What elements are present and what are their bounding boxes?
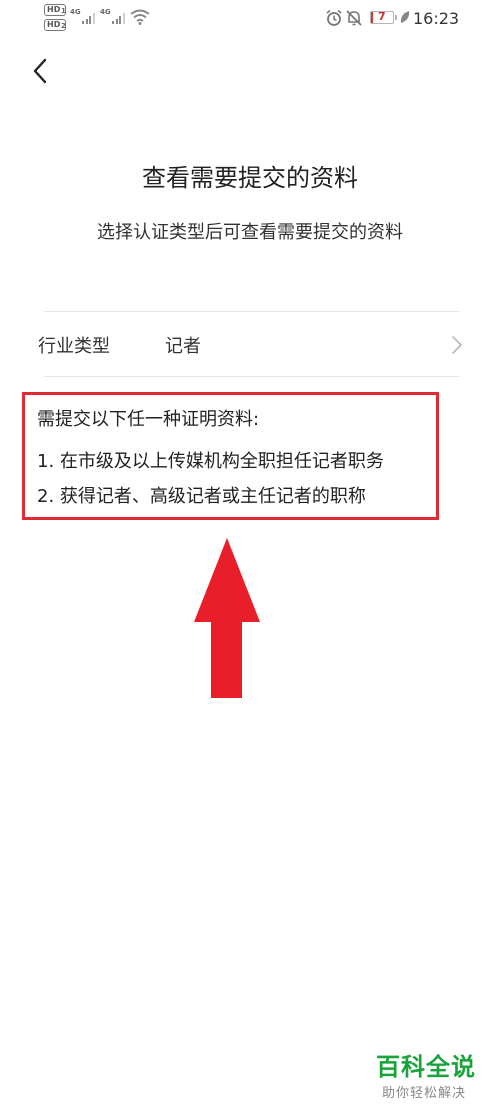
watermark-logo-text: 百科全说 (376, 1053, 476, 1081)
industry-type-row[interactable]: 行业类型 记者 (0, 312, 500, 376)
requirement-item-1: 1. 在市级及以上传媒机构全职担任记者职务 (37, 451, 384, 472)
sim-2-label: 2 (61, 22, 66, 30)
network-type-1: 4G (70, 8, 81, 16)
sim-1-label: 1 (61, 7, 66, 15)
chevron-left-icon (33, 58, 47, 84)
mute-bell-icon (346, 10, 362, 26)
status-bar: HD 1 HD 2 4G 4G 7 16:23 (0, 0, 500, 36)
alarm-icon (326, 9, 342, 26)
requirement-item-2: 2. 获得记者、高级记者或主任记者的职称 (37, 486, 366, 507)
wifi-icon (130, 9, 150, 25)
industry-type-label: 行业类型 (38, 336, 110, 357)
battery-level-text: 7 (378, 10, 386, 23)
page: HD 1 HD 2 4G 4G 7 16:23 查看需要提交的资料 选择认证类型… (0, 0, 500, 1111)
signal-1-icon (82, 12, 95, 24)
divider-bottom (44, 376, 459, 377)
back-button[interactable] (26, 54, 56, 88)
battery-icon: 7 (370, 10, 397, 24)
power-saving-leaf-icon (400, 11, 410, 23)
requirements-highlight-box: 需提交以下任一种证明资料: 1. 在市级及以上传媒机构全职担任记者职务 2. 获… (22, 392, 439, 520)
red-up-arrow-icon (194, 538, 260, 698)
hd-badge-1-text: HD (47, 5, 61, 14)
requirements-heading: 需提交以下任一种证明资料: (37, 409, 260, 430)
network-type-2: 4G (100, 8, 111, 16)
watermark-slogan: 助你轻松解决 (382, 1086, 467, 1101)
hd-badge-2-text: HD (47, 20, 61, 29)
chevron-right-icon (452, 336, 462, 354)
status-time: 16:23 (413, 9, 460, 28)
page-subtitle: 选择认证类型后可查看需要提交的资料 (97, 222, 403, 243)
page-title: 查看需要提交的资料 (142, 164, 358, 192)
industry-type-value: 记者 (165, 336, 201, 357)
signal-2-icon (112, 12, 125, 24)
